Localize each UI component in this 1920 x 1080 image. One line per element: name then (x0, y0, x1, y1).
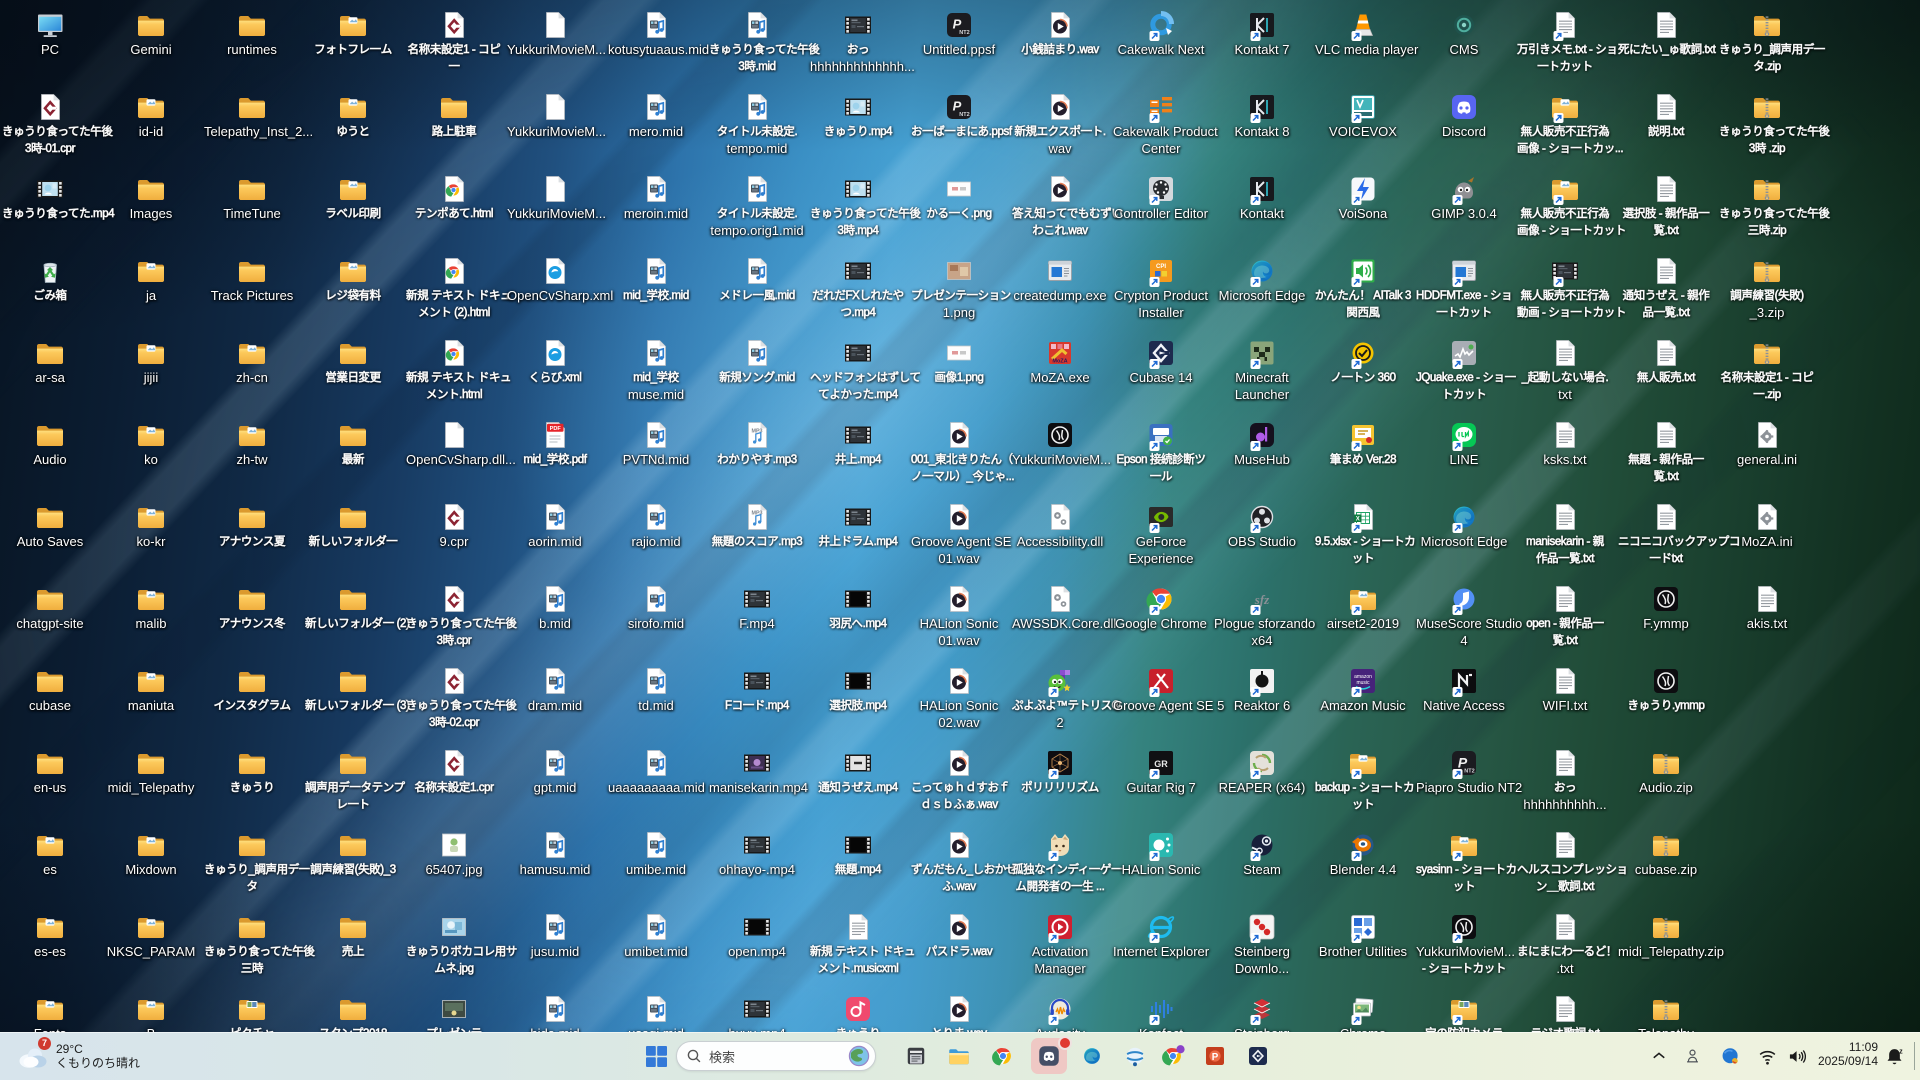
svg-text:z: z (1899, 1048, 1903, 1055)
